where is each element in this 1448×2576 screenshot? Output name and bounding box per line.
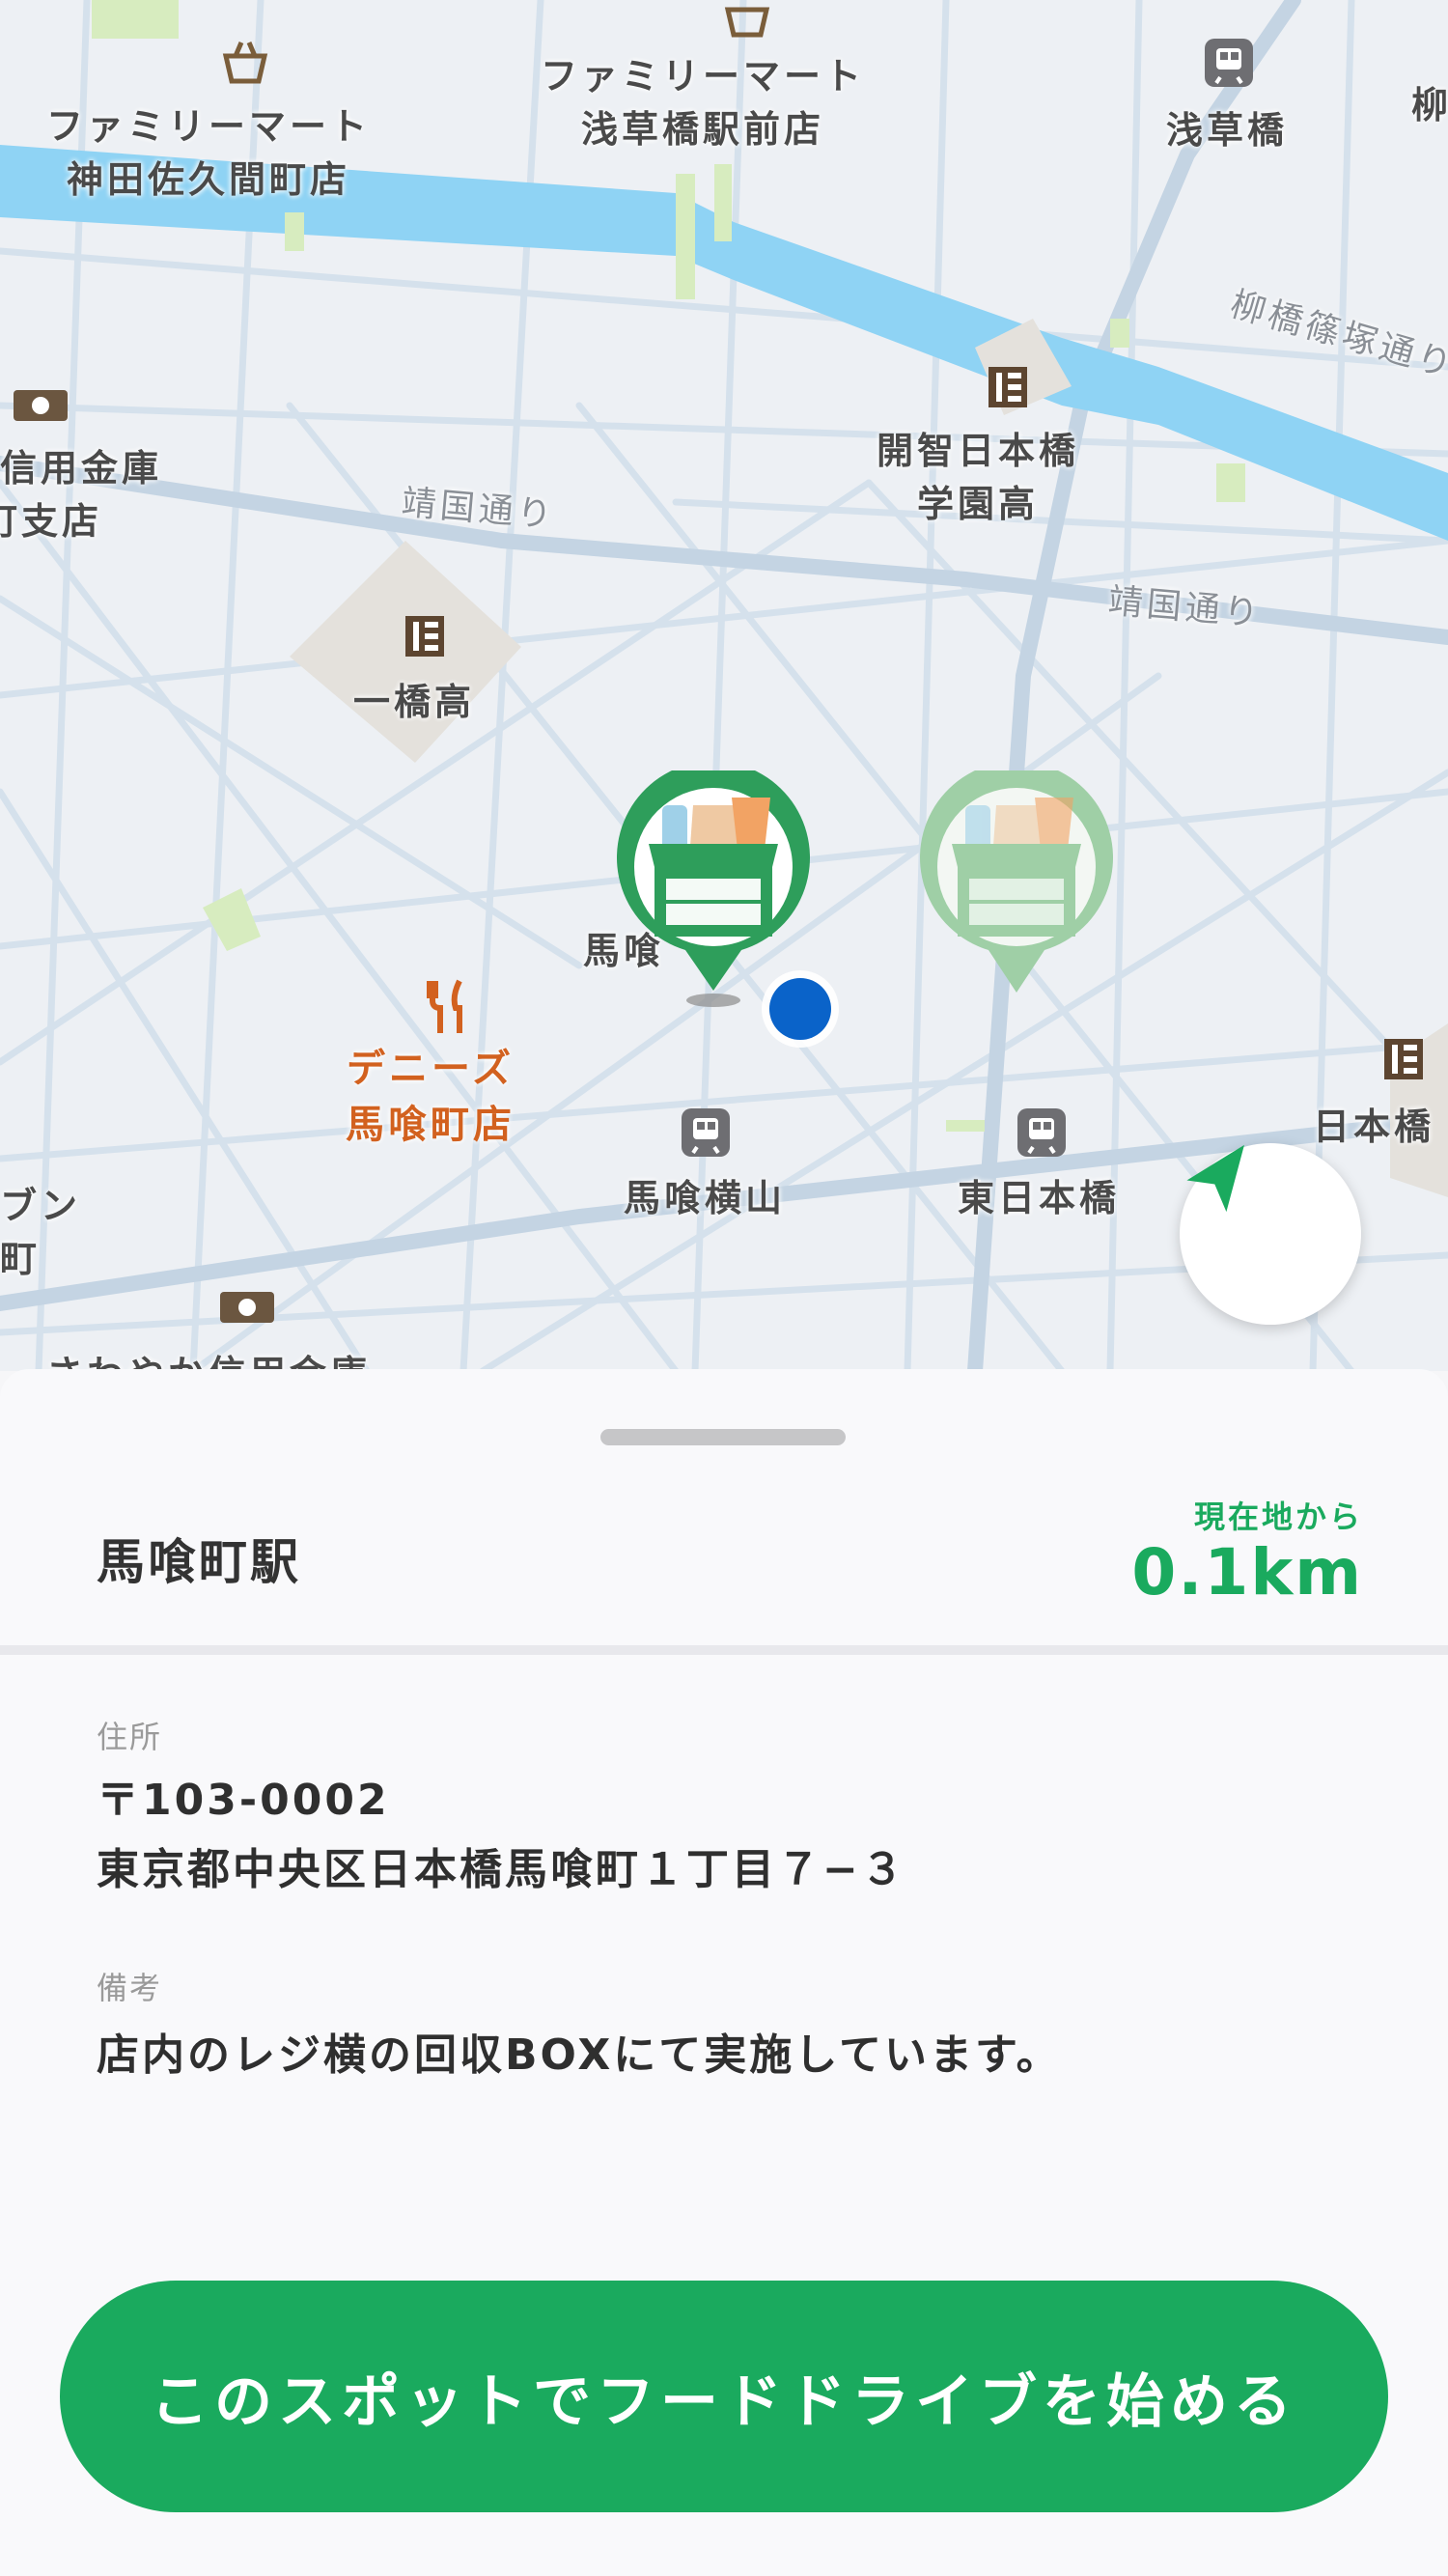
spot-name: 馬喰町駅 bbox=[97, 1534, 301, 1590]
map-label-higashinihombashi-station: 東日本橋 bbox=[958, 1177, 1121, 1219]
address-text: 東京都中央区日本橋馬喰町１丁目７−３ bbox=[97, 1845, 906, 1894]
map-label-yanagibashi-partial: 柳 bbox=[1411, 84, 1448, 126]
map-label-bakuroyokoyama-station: 馬喰横山 bbox=[624, 1177, 787, 1219]
map-label-nihombashi-right: 日本橋 bbox=[1313, 1106, 1435, 1148]
notes-label: 備考 bbox=[97, 1970, 163, 2006]
notes-text: 店内のレジ横の回収BOXにて実施しています。 bbox=[97, 2030, 1062, 2080]
map-label-dennys: デニーズ 馬喰町店 bbox=[346, 1047, 515, 1147]
start-food-drive-button[interactable]: このスポットでフードドライブを始める bbox=[60, 2281, 1388, 2512]
map-label-asakusabashi-station: 浅草橋 bbox=[1166, 109, 1289, 152]
distance-value: 0.1km bbox=[1131, 1535, 1363, 1610]
map-label-familymart-kanda: ファミリーマート 神田佐久間町店 bbox=[46, 105, 372, 201]
map-label-left-edge-partial: ブン町 bbox=[0, 1185, 82, 1280]
map-label-hitotsubashi-school: 一橋高 bbox=[353, 681, 476, 723]
map-view[interactable]: ファミリーマート神田佐久間町店 ファミリーマート浅草橋駅前店 浅草橋 信用金庫町… bbox=[0, 0, 1448, 1371]
map-label-familymart-asakusabashi: ファミリーマート 浅草橋駅前店 bbox=[541, 55, 866, 151]
section-divider bbox=[0, 1645, 1448, 1655]
distance-label: 現在地から bbox=[1193, 1498, 1363, 1535]
map-label-kaichi-school: 開智日本橋 学園高 bbox=[877, 430, 1080, 525]
address-label: 住所 bbox=[97, 1719, 163, 1755]
map-label-sawayaka-bank: さわやか信用金庫 bbox=[46, 1344, 371, 1371]
map-label-bank-left: 信用金庫町支店 bbox=[0, 447, 163, 543]
current-location-button[interactable] bbox=[1180, 1143, 1361, 1325]
postal-code: 〒103-0002 bbox=[97, 1776, 390, 1825]
sheet-drag-handle[interactable] bbox=[600, 1429, 846, 1445]
